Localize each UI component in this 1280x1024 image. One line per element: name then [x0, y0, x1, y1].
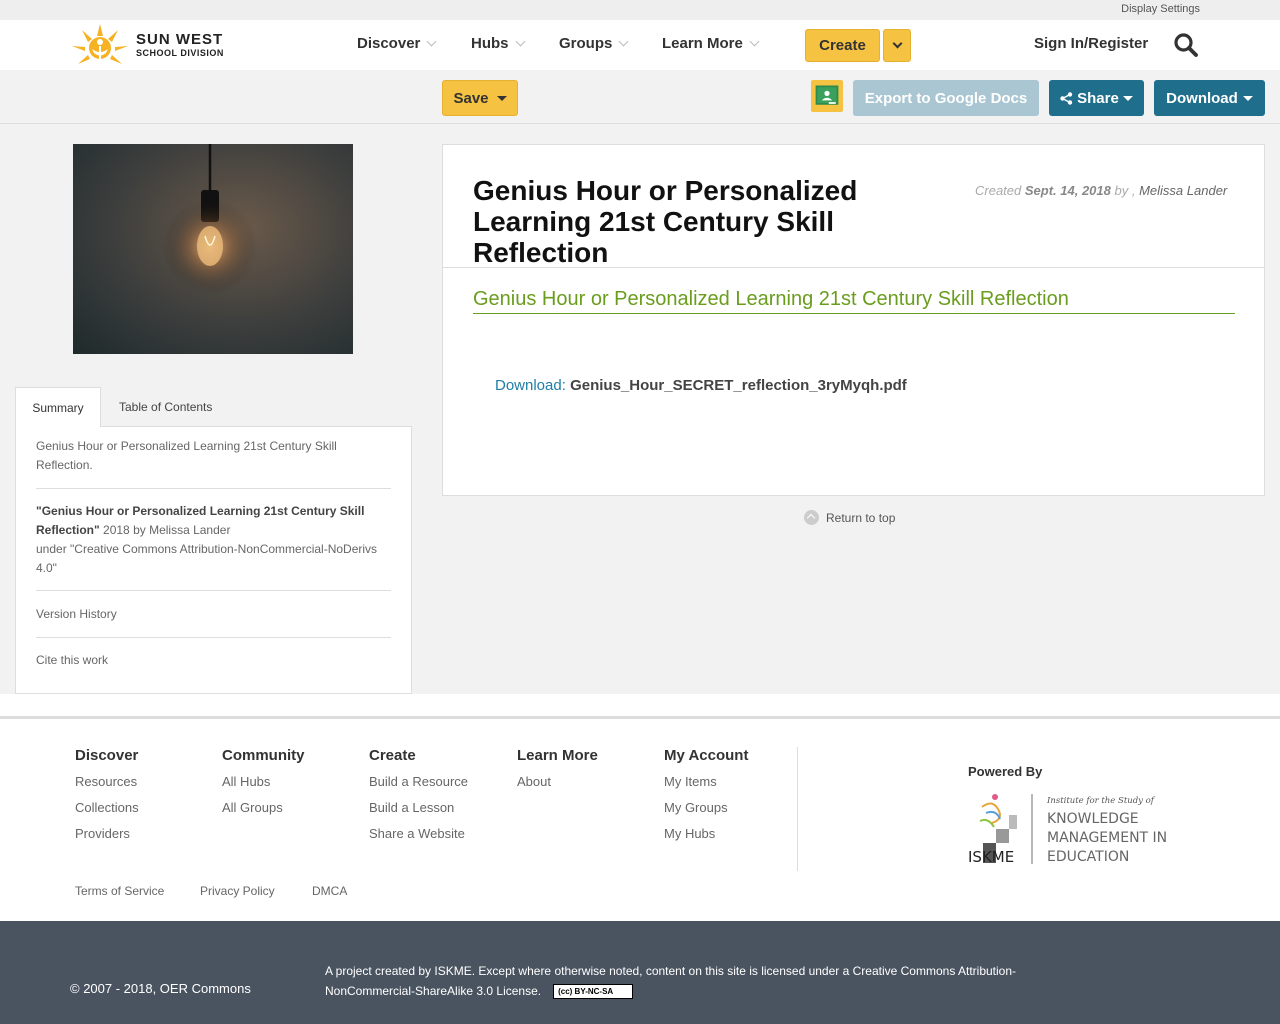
powered-by-label: Powered By: [968, 764, 1043, 779]
resource-thumbnail: [73, 144, 353, 354]
footer-col-create: Create Build a Resource Build a Lesson S…: [369, 747, 468, 841]
resource-card: Genius Hour or Personalized Learning 21s…: [442, 144, 1265, 496]
resource-title: Genius Hour or Personalized Learning 21s…: [473, 175, 858, 268]
download-label: Download:: [495, 377, 566, 394]
attribution-year-author: 2018 by Melissa Lander: [99, 523, 231, 537]
footer-link-collections[interactable]: Collections: [75, 800, 139, 815]
site-logo[interactable]: SUN WEST SCHOOL DIVISION: [70, 20, 224, 70]
footer-link-build-resource[interactable]: Build a Resource: [369, 774, 468, 789]
return-to-top-link[interactable]: Return to top: [804, 510, 895, 525]
nav-hubs[interactable]: Hubs: [471, 35, 525, 52]
svg-text:ISKME: ISKME: [968, 848, 1014, 866]
search-icon[interactable]: [1173, 32, 1199, 58]
chevron-down-icon: [749, 36, 760, 47]
download-file-link[interactable]: Genius_Hour_SECRET_reflection_3ryMyqh.pd…: [570, 377, 907, 394]
sidebar-tabs: Summary Table of Contents: [15, 387, 412, 427]
svg-text:MANAGEMENT IN: MANAGEMENT IN: [1047, 830, 1167, 846]
attribution-license: under "Creative Commons Attribution-NonC…: [36, 542, 378, 575]
caret-down-icon: [1242, 95, 1253, 101]
resource-link[interactable]: Genius Hour or Personalized Learning 21s…: [473, 288, 1235, 314]
terms-of-service-link[interactable]: Terms of Service: [75, 884, 164, 898]
version-history-link[interactable]: Version History: [36, 605, 391, 624]
download-file-line: Download: Genius_Hour_SECRET_reflection_…: [495, 377, 907, 394]
resource-toolbar: Save Export to Google Docs Share Downloa…: [0, 70, 1280, 124]
chevron-down-icon: [515, 36, 525, 47]
footer-link-my-groups[interactable]: My Groups: [664, 800, 748, 815]
nav-discover[interactable]: Discover: [357, 35, 437, 52]
privacy-policy-link[interactable]: Privacy Policy: [200, 884, 275, 898]
download-button[interactable]: Download: [1154, 80, 1265, 116]
chevron-down-icon: [426, 36, 437, 47]
footer-col-learn-more: Learn More About: [517, 747, 598, 789]
author-link[interactable]: Melissa Lander: [1139, 183, 1227, 198]
footer-col-my-account: My Account My Items My Groups My Hubs: [664, 747, 749, 841]
svg-text:Institute for the Study of: Institute for the Study of: [1046, 796, 1156, 806]
site-footer: Discover Resources Collections Providers…: [0, 719, 1280, 921]
arrow-up-circle-icon: [804, 510, 819, 525]
footer-link-providers[interactable]: Providers: [75, 826, 139, 841]
attribution-text: "Genius Hour or Personalized Learning 21…: [36, 502, 391, 578]
footer-link-resources[interactable]: Resources: [75, 774, 139, 789]
sun-logo-icon: [72, 24, 128, 64]
copyright-text: © 2007 - 2018, OER Commons: [70, 981, 251, 996]
svg-text:KNOWLEDGE: KNOWLEDGE: [1047, 811, 1139, 827]
footer-link-share-website[interactable]: Share a Website: [369, 826, 468, 841]
dmca-link[interactable]: DMCA: [312, 884, 347, 898]
caret-down-icon: [496, 95, 507, 101]
resource-meta: Created Sept. 14, 2018 by , Melissa Land…: [975, 183, 1228, 198]
nav-learn-more[interactable]: Learn More: [662, 35, 760, 52]
site-header: SUN WEST SCHOOL DIVISION Discover Hubs G…: [0, 20, 1280, 70]
logo-subtitle: SCHOOL DIVISION: [136, 48, 224, 58]
footer-link-about[interactable]: About: [517, 774, 598, 789]
sign-in-link[interactable]: Sign In/Register: [1034, 35, 1148, 52]
google-classroom-icon[interactable]: [811, 80, 843, 112]
footer-col-discover: Discover Resources Collections Providers: [75, 747, 139, 841]
tab-summary[interactable]: Summary: [15, 387, 101, 427]
lightbulb-image: [162, 144, 258, 295]
footer-link-all-groups[interactable]: All Groups: [222, 800, 305, 815]
share-icon: [1060, 91, 1073, 105]
chevron-down-icon: [618, 36, 629, 47]
license-text: A project created by ISKME. Except where…: [325, 964, 1017, 1000]
save-button[interactable]: Save: [442, 80, 518, 116]
bottom-bar: © 2007 - 2018, OER Commons A project cre…: [0, 921, 1280, 1024]
created-date: Sept. 14, 2018: [1024, 183, 1111, 198]
logo-title: SUN WEST: [136, 31, 224, 48]
caret-down-icon: [1122, 95, 1133, 101]
tab-table-of-contents[interactable]: Table of Contents: [119, 387, 212, 427]
share-button[interactable]: Share: [1049, 80, 1144, 116]
nav-groups[interactable]: Groups: [559, 35, 629, 52]
footer-link-my-hubs[interactable]: My Hubs: [664, 826, 748, 841]
chevron-down-icon: [892, 38, 902, 49]
utility-bar: Display Settings: [0, 0, 1280, 20]
display-settings-link[interactable]: Display Settings: [1121, 3, 1200, 15]
iskme-logo[interactable]: ISKME Institute for the Study of KNOWLED…: [968, 791, 1173, 867]
summary-panel: Genius Hour or Personalized Learning 21s…: [15, 426, 412, 694]
create-button[interactable]: Create: [805, 29, 880, 62]
create-dropdown-button[interactable]: [883, 29, 911, 62]
footer-link-my-items[interactable]: My Items: [664, 774, 748, 789]
footer-col-community: Community All Hubs All Groups: [222, 747, 305, 815]
cc-license-badge[interactable]: (cc) BY-NC-SA: [553, 984, 634, 1000]
export-google-docs-button[interactable]: Export to Google Docs: [853, 80, 1039, 116]
footer-link-all-hubs[interactable]: All Hubs: [222, 774, 305, 789]
svg-text:EDUCATION: EDUCATION: [1047, 849, 1129, 865]
cite-this-work-link[interactable]: Cite this work: [36, 651, 391, 670]
summary-description: Genius Hour or Personalized Learning 21s…: [36, 439, 337, 472]
footer-link-build-lesson[interactable]: Build a Lesson: [369, 800, 468, 815]
